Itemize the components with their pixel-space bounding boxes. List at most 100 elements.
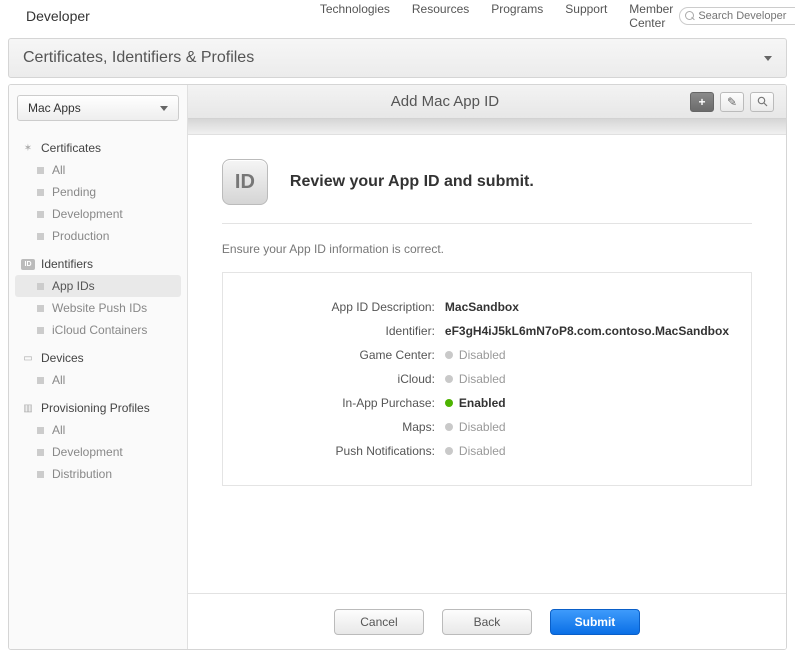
- sidebar: Mac Apps ✶ Certificates All Pending Deve…: [9, 85, 188, 649]
- sidebar-heading-label: Identifiers: [41, 257, 93, 271]
- sidebar-item-cert-pending[interactable]: Pending: [15, 181, 181, 203]
- bullet-icon: [37, 427, 44, 434]
- sidebar-item-label: All: [52, 163, 65, 177]
- sidebar-item-label: Pending: [52, 185, 96, 199]
- info-label: In-App Purchase:: [245, 396, 445, 410]
- content: Add Mac App ID + ✎ ID Review your App ID…: [188, 85, 786, 649]
- search-input[interactable]: [679, 7, 795, 25]
- nav-support[interactable]: Support: [565, 2, 607, 30]
- sidebar-item-devices-all[interactable]: All: [15, 369, 181, 391]
- info-label: App ID Description:: [245, 300, 445, 314]
- info-row-identifier: Identifier: eF3gH4iJ5kL6mN7oP8.com.conto…: [245, 319, 729, 343]
- id-icon: ID: [21, 259, 35, 270]
- sidebar-item-app-ids[interactable]: App IDs: [15, 275, 181, 297]
- info-value-icloud: Disabled: [445, 372, 506, 386]
- sidebar-item-label: All: [52, 373, 65, 387]
- info-value-push: Disabled: [445, 444, 506, 458]
- info-label: Maps:: [245, 420, 445, 434]
- sidebar-heading-certificates[interactable]: ✶ Certificates: [15, 137, 181, 159]
- info-row-push: Push Notifications: Disabled: [245, 439, 729, 463]
- info-value-description: MacSandbox: [445, 300, 519, 314]
- sidebar-section-certificates: ✶ Certificates All Pending Development P…: [15, 137, 181, 247]
- status-text: Disabled: [459, 372, 506, 386]
- back-button[interactable]: Back: [442, 609, 532, 635]
- bullet-icon: [37, 305, 44, 312]
- sidebar-item-label: Production: [52, 229, 109, 243]
- sidebar-item-label: Distribution: [52, 467, 112, 481]
- top-nav: Developer Technologies Resources Program…: [0, 0, 795, 32]
- main-split: Mac Apps ✶ Certificates All Pending Deve…: [8, 84, 787, 650]
- add-button[interactable]: +: [690, 92, 714, 112]
- info-row-game-center: Game Center: Disabled: [245, 343, 729, 367]
- submit-button[interactable]: Submit: [550, 609, 640, 635]
- info-row-iap: In-App Purchase: Enabled: [245, 391, 729, 415]
- divider: [222, 223, 752, 224]
- bullet-icon: [37, 283, 44, 290]
- cancel-button[interactable]: Cancel: [334, 609, 424, 635]
- nav-technologies[interactable]: Technologies: [320, 2, 390, 30]
- breadcrumb-bar: Certificates, Identifiers & Profiles: [8, 38, 787, 78]
- info-value-game-center: Disabled: [445, 348, 506, 362]
- device-icon: ▭: [21, 351, 35, 365]
- breadcrumb-caret-icon[interactable]: [764, 56, 772, 61]
- sidebar-heading-profiles[interactable]: ▥ Provisioning Profiles: [15, 397, 181, 419]
- header-buttons: + ✎: [690, 92, 774, 112]
- info-row-description: App ID Description: MacSandbox: [245, 295, 729, 319]
- sidebar-heading-label: Devices: [41, 351, 84, 365]
- info-label: Push Notifications:: [245, 444, 445, 458]
- content-header: Add Mac App ID + ✎: [188, 85, 786, 119]
- status-text: Disabled: [459, 444, 506, 458]
- sidebar-item-profiles-all[interactable]: All: [15, 419, 181, 441]
- info-value-iap: Enabled: [445, 396, 506, 410]
- search-wrap: [679, 7, 795, 25]
- review-heading: Review your App ID and submit.: [290, 173, 534, 191]
- status-dot-icon: [445, 375, 453, 383]
- nav-resources[interactable]: Resources: [412, 2, 469, 30]
- nav-programs[interactable]: Programs: [491, 2, 543, 30]
- sidebar-item-label: All: [52, 423, 65, 437]
- sidebar-item-cert-all[interactable]: All: [15, 159, 181, 181]
- status-dot-icon: [445, 399, 453, 407]
- sidebar-item-label: iCloud Containers: [52, 323, 147, 337]
- status-dot-icon: [445, 423, 453, 431]
- status-text: Enabled: [459, 396, 506, 410]
- platform-select-label: Mac Apps: [28, 101, 81, 115]
- info-label: Game Center:: [245, 348, 445, 362]
- sidebar-heading-label: Certificates: [41, 141, 101, 155]
- status-text: Disabled: [459, 420, 506, 434]
- info-value-identifier: eF3gH4iJ5kL6mN7oP8.com.contoso.MacSandbo…: [445, 324, 729, 338]
- nav-member-center[interactable]: Member Center: [629, 2, 673, 30]
- bullet-icon: [37, 211, 44, 218]
- sidebar-item-label: Development: [52, 445, 123, 459]
- status-text: Disabled: [459, 348, 506, 362]
- sidebar-section-profiles: ▥ Provisioning Profiles All Development …: [15, 397, 181, 485]
- chevron-down-icon: [160, 106, 168, 111]
- nav-links: Technologies Resources Programs Support …: [320, 2, 673, 30]
- content-header-title: Add Mac App ID: [200, 93, 690, 110]
- ensure-text: Ensure your App ID information is correc…: [222, 242, 752, 256]
- edit-button[interactable]: ✎: [720, 92, 744, 112]
- breadcrumb-title: Certificates, Identifiers & Profiles: [23, 49, 254, 67]
- sidebar-item-profiles-development[interactable]: Development: [15, 441, 181, 463]
- sidebar-item-profiles-distribution[interactable]: Distribution: [15, 463, 181, 485]
- bullet-icon: [37, 471, 44, 478]
- bullet-icon: [37, 167, 44, 174]
- sidebar-heading-label: Provisioning Profiles: [41, 401, 150, 415]
- brand-label: Developer: [26, 8, 90, 24]
- bullet-icon: [37, 327, 44, 334]
- info-value-maps: Disabled: [445, 420, 506, 434]
- platform-select[interactable]: Mac Apps: [17, 95, 179, 121]
- sidebar-section-devices: ▭ Devices All: [15, 347, 181, 391]
- sidebar-item-cert-development[interactable]: Development: [15, 203, 181, 225]
- header-shadow: [188, 119, 786, 135]
- search-button[interactable]: [750, 92, 774, 112]
- sidebar-item-label: Development: [52, 207, 123, 221]
- sidebar-item-website-push-ids[interactable]: Website Push IDs: [15, 297, 181, 319]
- sidebar-heading-devices[interactable]: ▭ Devices: [15, 347, 181, 369]
- profile-icon: ▥: [21, 401, 35, 415]
- sidebar-item-icloud-containers[interactable]: iCloud Containers: [15, 319, 181, 341]
- sidebar-item-cert-production[interactable]: Production: [15, 225, 181, 247]
- sidebar-heading-identifiers[interactable]: ID Identifiers: [15, 253, 181, 275]
- review-heading-row: ID Review your App ID and submit.: [222, 159, 752, 205]
- status-dot-icon: [445, 351, 453, 359]
